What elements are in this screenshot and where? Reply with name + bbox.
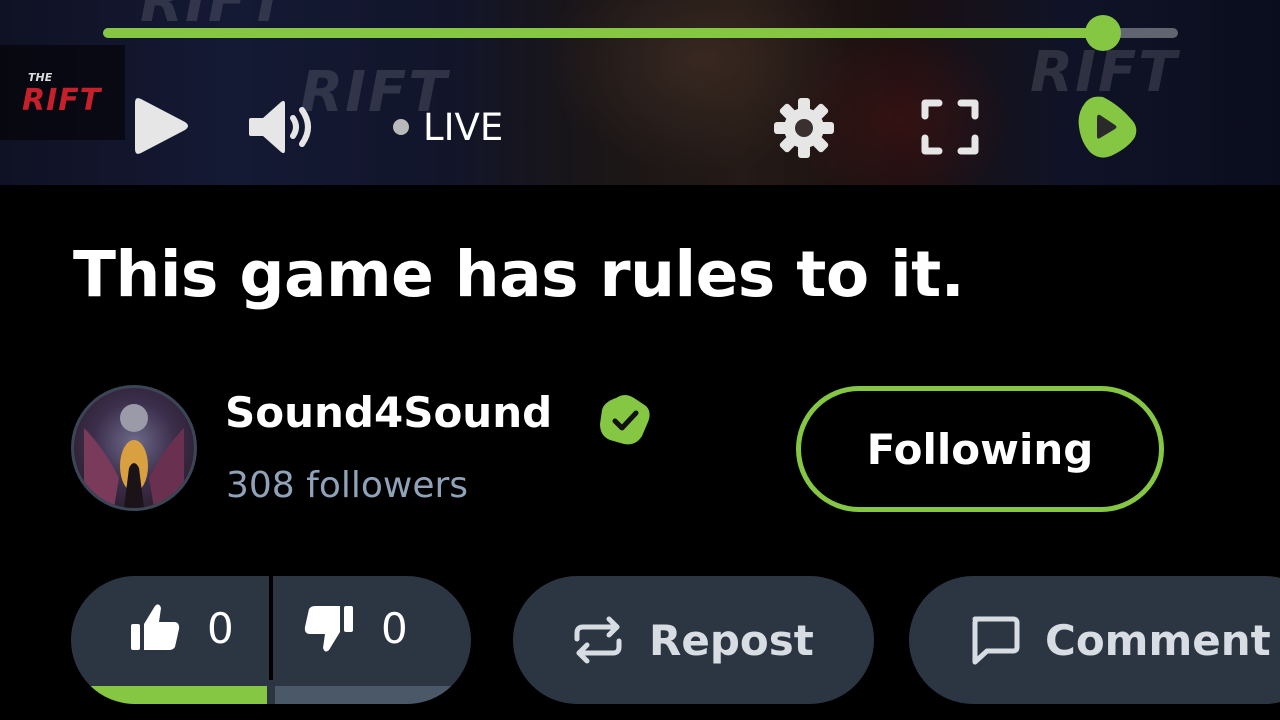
- vote-group: 0 0: [71, 576, 471, 704]
- like-count: 0: [207, 603, 234, 653]
- volume-button[interactable]: [245, 95, 325, 159]
- gear-icon: [774, 98, 834, 158]
- logo-text-main: RIFT: [22, 83, 102, 118]
- fullscreen-button[interactable]: [918, 96, 982, 158]
- channel-name[interactable]: Sound4Sound: [225, 388, 552, 437]
- rumble-logo-icon: [1078, 96, 1137, 158]
- repost-button[interactable]: Repost: [513, 576, 874, 704]
- channel-logo: THE RIFT: [0, 45, 125, 140]
- rumble-logo-button[interactable]: [1072, 92, 1142, 162]
- fullscreen-icon: [921, 99, 979, 155]
- dislike-ratio-fill: [275, 686, 453, 704]
- progress-handle[interactable]: [1084, 15, 1121, 51]
- avatar-image: [84, 404, 184, 508]
- verified-badge-icon: [600, 395, 650, 445]
- comment-icon: [972, 616, 1020, 665]
- comment-button[interactable]: Comment: [909, 576, 1280, 704]
- follower-count: 308 followers: [226, 465, 469, 506]
- thumbs-down-icon: [304, 606, 353, 652]
- progress-bar[interactable]: [103, 15, 1178, 51]
- repost-icon: [574, 616, 622, 664]
- live-indicator: LIVE: [393, 105, 503, 149]
- live-dot: [393, 119, 409, 135]
- like-ratio-fill: [89, 686, 267, 704]
- video-player[interactable]: RIFT RIFT RIFT THE RIFT LIVE: [0, 0, 1280, 185]
- dislike-count: 0: [381, 603, 408, 653]
- channel-avatar[interactable]: [71, 385, 197, 511]
- following-button[interactable]: Following: [796, 386, 1164, 512]
- progress-fill: [103, 28, 1103, 38]
- comment-label: Comment: [1045, 615, 1271, 665]
- dislike-button[interactable]: 0: [303, 576, 408, 680]
- settings-button[interactable]: [770, 94, 838, 162]
- play-button[interactable]: [128, 92, 194, 160]
- volume-icon: [249, 100, 311, 154]
- play-icon: [135, 98, 188, 154]
- video-title: This game has rules to it.: [73, 238, 965, 311]
- vote-divider: [269, 576, 273, 680]
- like-ratio-bar: [89, 686, 453, 704]
- like-button[interactable]: 0: [129, 576, 234, 680]
- thumbs-up-icon: [131, 604, 180, 650]
- repost-label: Repost: [649, 615, 814, 665]
- live-label: LIVE: [423, 105, 504, 149]
